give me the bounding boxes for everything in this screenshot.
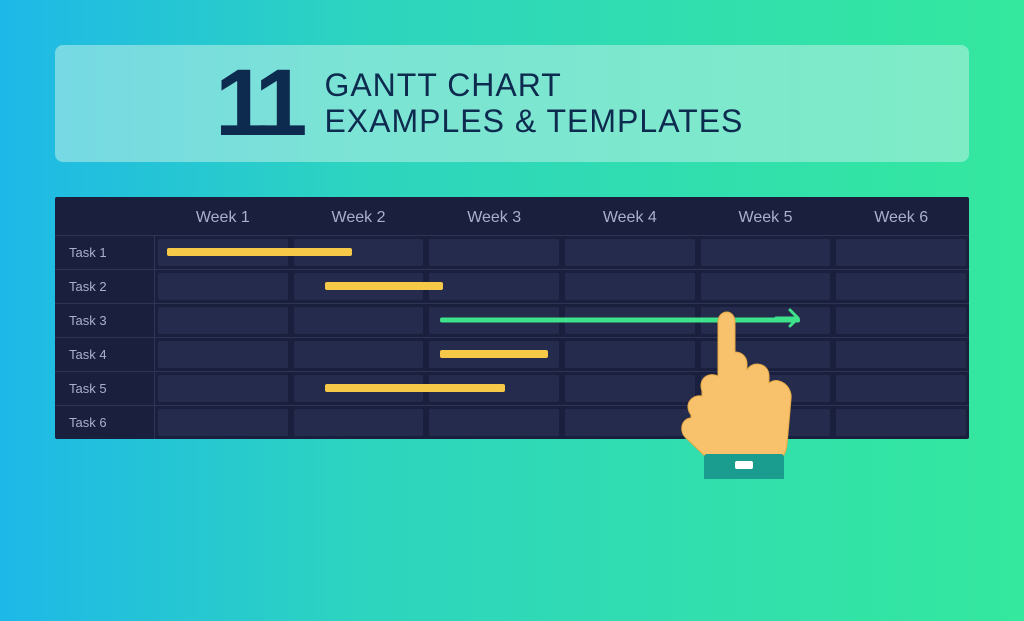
gantt-bar	[325, 282, 443, 290]
task-label: Task 2	[55, 270, 155, 303]
gantt-header: Week 1 Week 2 Week 3 Week 4 Week 5 Week …	[55, 197, 969, 235]
gantt-row: Task 5	[55, 371, 969, 405]
pointing-hand-icon	[669, 304, 809, 484]
task-label: Task 1	[55, 236, 155, 269]
gantt-row: Task 1	[55, 235, 969, 269]
title-number: 11	[215, 63, 299, 144]
cell	[158, 307, 288, 334]
cell	[429, 273, 559, 300]
title-line-1: GANTT CHART	[324, 67, 743, 104]
week-label: Week 5	[698, 209, 834, 227]
task-label: Task 4	[55, 338, 155, 371]
gantt-row: Task 2	[55, 269, 969, 303]
cell	[294, 307, 424, 334]
gantt-bar	[325, 384, 505, 392]
week-label: Week 1	[155, 209, 291, 227]
cell	[429, 409, 559, 436]
title-text: GANTT CHART EXAMPLES & TEMPLATES	[324, 67, 743, 141]
cell	[701, 239, 831, 266]
cell	[294, 409, 424, 436]
cell	[429, 239, 559, 266]
week-label: Week 3	[426, 209, 562, 227]
gantt-chart: Week 1 Week 2 Week 3 Week 4 Week 5 Week …	[55, 197, 969, 439]
cell	[836, 273, 966, 300]
cell	[565, 239, 695, 266]
cell	[565, 273, 695, 300]
task-label: Task 3	[55, 304, 155, 337]
cell	[701, 273, 831, 300]
title-banner: 11 GANTT CHART EXAMPLES & TEMPLATES	[55, 45, 969, 162]
cell	[836, 307, 966, 334]
week-label: Week 2	[291, 209, 427, 227]
gantt-bar	[167, 248, 352, 256]
title-line-2: EXAMPLES & TEMPLATES	[324, 103, 743, 140]
cell	[158, 341, 288, 368]
cell	[158, 375, 288, 402]
cell	[158, 409, 288, 436]
gantt-row: Task 3	[55, 303, 969, 337]
gantt-row: Task 6	[55, 405, 969, 439]
cell	[836, 375, 966, 402]
header-spacer	[55, 209, 155, 227]
gantt-bar	[440, 350, 548, 358]
cell	[294, 341, 424, 368]
cell	[836, 341, 966, 368]
gantt-row: Task 4	[55, 337, 969, 371]
cell	[158, 273, 288, 300]
task-label: Task 6	[55, 406, 155, 439]
cell	[836, 239, 966, 266]
task-label: Task 5	[55, 372, 155, 405]
week-label: Week 4	[562, 209, 698, 227]
cell	[836, 409, 966, 436]
week-label: Week 6	[833, 209, 969, 227]
